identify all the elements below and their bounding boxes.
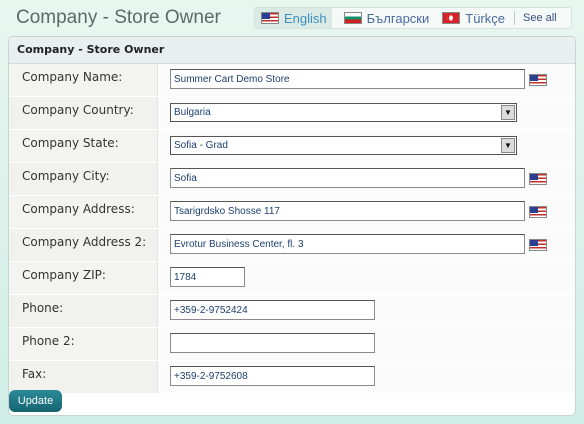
company-zip-input[interactable]: 1784 xyxy=(170,267,245,287)
page-title: Company - Store Owner xyxy=(16,7,221,28)
company-address-2-label: Company Address 2: xyxy=(22,235,147,249)
us-flag-icon xyxy=(529,74,547,86)
company-country-label: Company Country: xyxy=(22,103,134,117)
us-flag-icon xyxy=(261,12,279,24)
form-row-company-address-2: Company Address 2: Evrotur Business Cent… xyxy=(9,229,575,262)
company-address-label: Company Address: xyxy=(22,202,135,216)
company-city-input[interactable]: Sofia xyxy=(170,168,525,188)
lang-bulgarian[interactable]: Български xyxy=(338,8,435,28)
us-flag-icon xyxy=(529,173,547,185)
form-row-phone: Phone: +359-2-9752424 xyxy=(9,295,575,328)
company-address-input[interactable]: Tsarigrdsko Shosse 117 xyxy=(170,201,525,221)
company-name-input[interactable]: Summer Cart Demo Store xyxy=(170,69,525,89)
lang-turkish[interactable]: Türkçe xyxy=(436,8,510,28)
panel-title: Company - Store Owner xyxy=(9,37,575,64)
lang-bulgarian-label: Български xyxy=(366,10,430,26)
fax-input[interactable]: +359-2-9752608 xyxy=(170,366,375,386)
fax-label: Fax: xyxy=(22,367,47,381)
company-state-value: Sofia - Grad xyxy=(174,140,228,151)
divider xyxy=(513,11,515,25)
company-state-select[interactable]: Sofia - Grad ▼ xyxy=(170,136,517,155)
form-row-fax: Fax: +359-2-9752608 xyxy=(9,361,575,394)
phone-2-label: Phone 2: xyxy=(22,334,75,348)
chevron-down-icon[interactable]: ▼ xyxy=(501,105,515,120)
bg-flag-icon xyxy=(343,12,362,24)
phone-label: Phone: xyxy=(22,301,64,315)
lang-english-label: English xyxy=(284,10,327,26)
company-zip-label: Company ZIP: xyxy=(22,268,106,282)
company-address-2-input[interactable]: Evrotur Business Center, fl. 3 xyxy=(170,234,525,254)
company-form-panel: Company - Store Owner Company Name: Summ… xyxy=(8,36,576,416)
phone-2-input[interactable] xyxy=(170,333,375,353)
form-row-company-zip: Company ZIP: 1784 xyxy=(9,262,575,295)
us-flag-icon xyxy=(529,239,547,251)
company-country-select[interactable]: Bulgaria ▼ xyxy=(170,103,517,122)
chevron-down-icon[interactable]: ▼ xyxy=(501,138,515,153)
company-state-label: Company State: xyxy=(22,136,119,150)
lang-english[interactable]: English xyxy=(255,8,332,28)
form-row-phone-2: Phone 2: xyxy=(9,328,575,361)
see-all-link[interactable]: See all xyxy=(519,12,561,24)
form-row-company-city: Company City: Sofia xyxy=(9,163,575,196)
company-city-label: Company City: xyxy=(22,169,110,183)
form-row-company-name: Company Name: Summer Cart Demo Store xyxy=(9,64,575,97)
phone-input[interactable]: +359-2-9752424 xyxy=(170,300,375,320)
language-bar: English Български Türkçe See all xyxy=(254,7,572,29)
update-button[interactable]: Update xyxy=(9,390,62,412)
company-name-label: Company Name: xyxy=(22,70,123,84)
lang-turkish-label: Türkçe xyxy=(465,10,505,26)
form-row-company-state: Company State: Sofia - Grad ▼ xyxy=(9,130,575,163)
us-flag-icon xyxy=(529,206,547,218)
form-row-company-address: Company Address: Tsarigrdsko Shosse 117 xyxy=(9,196,575,229)
tr-flag-icon xyxy=(442,12,461,24)
form-row-company-country: Company Country: Bulgaria ▼ xyxy=(9,97,575,130)
company-country-value: Bulgaria xyxy=(174,107,211,118)
